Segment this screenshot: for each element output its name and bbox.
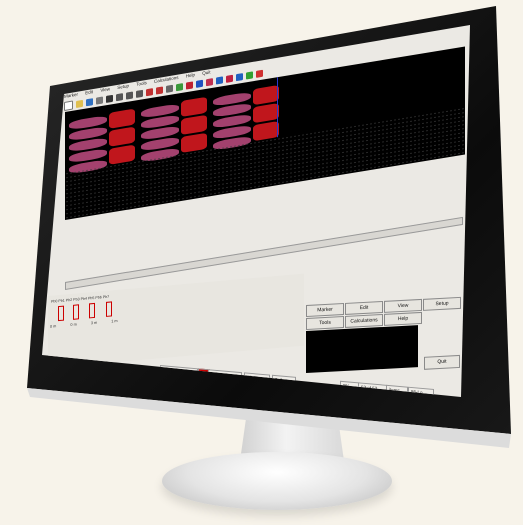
probe-marker-1[interactable] — [58, 305, 64, 322]
quit-button[interactable]: Quit — [424, 354, 460, 370]
view-button[interactable]: View — [384, 298, 422, 313]
track-segment-red — [253, 84, 279, 106]
font-icon[interactable] — [186, 81, 193, 90]
layer-icon[interactable] — [176, 83, 183, 92]
probe-marker-4[interactable] — [106, 301, 112, 317]
help-button[interactable]: Help — [384, 311, 422, 326]
print-icon[interactable] — [96, 96, 103, 105]
open-folder-icon[interactable] — [76, 99, 83, 108]
probe-panel: Pb0 Pb1 Pb2 Pb3 Pb4 Pb5 Pb6 Pb7 0 m 0 m … — [48, 273, 304, 368]
edit-button[interactable]: Edit — [345, 300, 383, 315]
probe-marker-3[interactable] — [89, 302, 95, 319]
probe-labels: Pb0 Pb1 Pb2 Pb3 Pb4 Pb5 Pb6 Pb7 — [51, 294, 110, 304]
save-icon[interactable] — [86, 98, 93, 107]
new-file-icon[interactable] — [64, 100, 73, 111]
zoom-in-icon[interactable] — [116, 93, 123, 102]
hand-icon[interactable] — [136, 89, 143, 98]
calculations-button[interactable]: Calculations — [345, 313, 383, 328]
probe-pair-icon[interactable] — [206, 78, 213, 87]
measure-icon[interactable] — [166, 84, 173, 93]
probe-marker-2[interactable] — [73, 304, 79, 320]
axis-label-3: 3 m — [90, 320, 98, 326]
probe-blue-icon[interactable] — [216, 76, 223, 85]
setup-button[interactable]: Setup — [423, 296, 461, 311]
refresh-icon[interactable] — [256, 69, 263, 78]
axis-label-4: 1 m — [111, 318, 118, 324]
marker-icon[interactable] — [146, 88, 153, 97]
grid-icon[interactable] — [236, 73, 243, 82]
axis-label-1: 0 m — [50, 324, 57, 329]
track-segment-red — [109, 108, 135, 129]
record-icon[interactable] — [156, 86, 163, 95]
track-segment-red — [181, 114, 207, 136]
probe-red-icon[interactable] — [226, 74, 233, 83]
track-segment-red — [109, 126, 135, 147]
track-segment-red — [181, 96, 207, 118]
chart-icon[interactable] — [246, 71, 253, 80]
display-panel — [306, 325, 418, 373]
cursor-line — [277, 77, 278, 138]
zoom-out-icon[interactable] — [126, 91, 133, 100]
pointer-icon[interactable] — [106, 94, 113, 103]
monitor: BEACH Rage tester Marker Edit View Setup… — [0, 0, 523, 525]
command-panel: Marker Edit View Setup Tools Calculation… — [306, 296, 462, 377]
track-segment-red — [253, 102, 279, 124]
tools-button[interactable]: Tools — [306, 316, 344, 330]
marker-button[interactable]: Marker — [306, 303, 344, 317]
axis-label-2: 0 m — [70, 322, 77, 328]
monitor-stand-base — [162, 452, 392, 510]
menu-item-quit[interactable]: Quit — [202, 69, 210, 75]
probe-icon[interactable] — [196, 79, 203, 88]
